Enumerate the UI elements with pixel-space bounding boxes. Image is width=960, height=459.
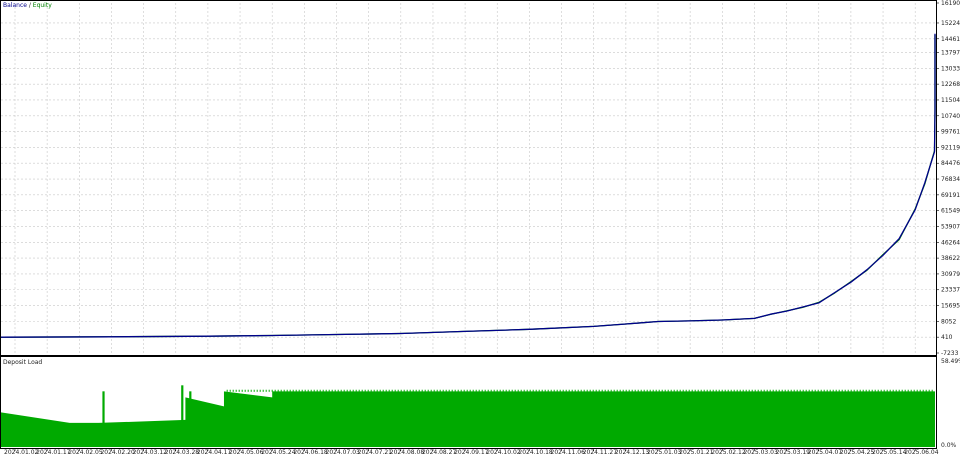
y-tick-label: 92119 — [941, 144, 960, 151]
legend-equity: Equity — [33, 2, 52, 9]
deposit-load-fill — [1, 391, 935, 447]
y-tick-label: 15695 — [941, 303, 960, 310]
y-tick-label: 161901 — [941, 0, 960, 7]
x-tick-label: 2025.06.04 — [904, 449, 939, 455]
y-tick-label: 61549 — [941, 208, 960, 215]
deposit-load-spike — [181, 385, 184, 447]
y-tick-label: 23337 — [941, 287, 960, 294]
y-tick-label: 137973 — [941, 50, 960, 57]
y-axis-ticks: 161901 152248 144616 137973 130331 122688 1150… — [936, 0, 960, 449]
grid — [1, 3, 936, 353]
x-tick-label: 2024.01.17 — [36, 449, 71, 455]
y-tick-label: 152248 — [941, 20, 960, 27]
load-tick-label: 0.0% — [941, 442, 957, 449]
deposit-load-spike — [189, 391, 192, 447]
y-tick-label: 144616 — [941, 36, 960, 43]
x-tick-label: 2024.12.13 — [615, 449, 650, 455]
y-tick-label: 30979 — [941, 271, 960, 278]
y-tick-label: 107404 — [941, 113, 960, 120]
y-tick-label: 84476 — [941, 160, 960, 167]
x-tick-label: 2025.01.03 — [647, 449, 682, 455]
x-tick-label: 2024.06.18 — [293, 449, 328, 455]
y-tick-label: -7233 — [941, 350, 959, 357]
x-tick-label: 2024.02.05 — [68, 449, 103, 455]
x-tick-label: 2024.09.17 — [454, 449, 489, 455]
x-tick-label: 2025.03.19 — [776, 449, 811, 455]
x-tick-label: 2025.04.25 — [840, 449, 875, 455]
chart-frame — [0, 0, 937, 449]
x-tick-label: 2025.01.21 — [679, 449, 714, 455]
balance-equity-chart: 161901 152248 144616 137973 130331 122688 1150… — [0, 0, 960, 456]
x-tick-label: 2025.05.14 — [872, 449, 907, 455]
y-tick-label: 46264 — [941, 239, 960, 246]
x-tick-label: 2024.11.27 — [583, 449, 618, 455]
x-tick-label: 2024.05.06 — [229, 449, 264, 455]
x-tick-label: 2024.08.08 — [390, 449, 425, 455]
deposit-load-area — [1, 385, 935, 447]
x-tick-label: 2025.04.07 — [808, 449, 843, 455]
x-tick-label: 2025.02.12 — [711, 449, 746, 455]
chart-root: 161901 152248 144616 137973 130331 122688 1150… — [0, 0, 960, 456]
x-axis-ticks: 2024.01.022024.01.172024.02.052024.02.20… — [4, 448, 939, 456]
x-tick-label: 2024.03.12 — [133, 449, 168, 455]
x-tick-label: 2024.01.02 — [4, 449, 39, 455]
x-tick-label: 2024.08.27 — [422, 449, 457, 455]
x-tick-label: 2024.03.28 — [165, 449, 200, 455]
series-line-balance — [0, 33, 936, 338]
y-tick-label: 8052 — [941, 318, 956, 325]
deposit-load-title: Deposit Load — [3, 359, 42, 366]
x-tick-label: 2024.07.21 — [358, 449, 393, 455]
series-lines — [0, 33, 936, 338]
x-tick-label: 2025.03.03 — [743, 449, 778, 455]
y-tick-label: 130331 — [941, 65, 960, 72]
y-tick-label: 38622 — [941, 255, 960, 262]
x-tick-label: 2024.07.03 — [326, 449, 361, 455]
y-tick-label: 410 — [941, 334, 953, 341]
y-tick-label: 53907 — [941, 223, 960, 230]
x-tick-label: 2024.05.24 — [261, 449, 296, 455]
x-tick-label: 2024.02.20 — [100, 449, 135, 455]
deposit-load-spike — [102, 391, 105, 447]
y-tick-label: 115046 — [941, 97, 960, 104]
legend-balance: Balance — [3, 2, 27, 9]
y-tick-label: 122688 — [941, 81, 960, 88]
x-tick-label: 2024.10.02 — [486, 449, 521, 455]
x-tick-label: 2024.11.06 — [551, 449, 586, 455]
y-tick-label: 99761 — [941, 129, 960, 136]
x-tick-label: 2024.04.17 — [197, 449, 232, 455]
y-tick-label: 69191 — [941, 192, 960, 199]
load-tick-label: 58.49% — [941, 358, 960, 365]
x-tick-label: 2024.10.18 — [518, 449, 553, 455]
y-tick-label: 76834 — [941, 176, 960, 183]
series-line-equity — [0, 34, 936, 338]
legend: Balance / Equity — [3, 2, 52, 9]
